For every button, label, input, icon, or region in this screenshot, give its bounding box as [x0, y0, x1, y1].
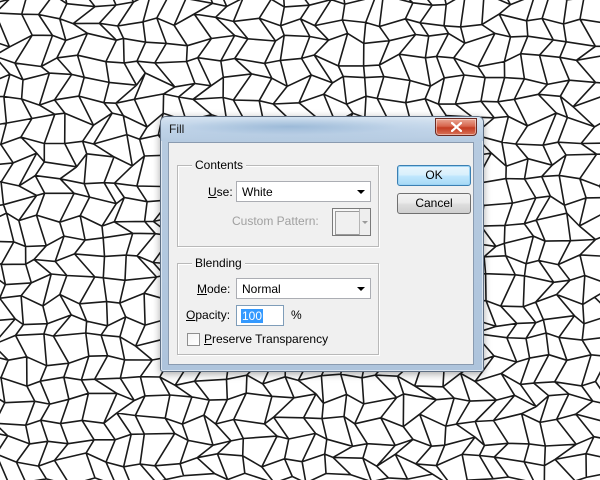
use-label: Use:: [208, 185, 233, 199]
dialog-client-area: Contents Use: White Custom Pattern: Blen…: [168, 142, 474, 365]
window-title: Fill: [169, 122, 185, 136]
use-dropdown[interactable]: White: [236, 181, 371, 202]
title-bar[interactable]: Fill: [161, 117, 483, 141]
opacity-label-rest: pacity:: [195, 308, 231, 322]
use-label-mnemonic: U: [208, 185, 217, 199]
preserve-transparency-label[interactable]: Preserve Transparency: [204, 332, 328, 346]
mode-label: Mode:: [197, 282, 230, 296]
preserve-label-mnemonic: P: [204, 332, 213, 346]
close-icon: [451, 122, 462, 132]
contents-group-label: Contents: [192, 158, 247, 172]
mode-dropdown[interactable]: Normal: [236, 278, 371, 299]
opacity-label-mnemonic: O: [186, 308, 196, 322]
blending-group-label: Blending: [192, 256, 245, 270]
chevron-down-icon: [357, 190, 365, 194]
ok-button[interactable]: OK: [397, 165, 471, 186]
chevron-down-icon: [357, 287, 365, 291]
use-dropdown-value: White: [242, 185, 273, 199]
opacity-label: Opacity:: [186, 308, 230, 322]
mode-label-mnemonic: M: [197, 282, 207, 296]
preserve-label-rest: reserve Transparency: [212, 332, 329, 346]
mode-label-rest: ode:: [207, 282, 231, 296]
cancel-button[interactable]: Cancel: [397, 193, 471, 214]
custom-pattern-picker[interactable]: [332, 208, 371, 236]
opacity-input[interactable]: 100: [236, 305, 284, 326]
contents-group: Contents Use: White Custom Pattern:: [177, 158, 379, 247]
use-label-rest: se:: [216, 185, 233, 199]
pattern-preview: [335, 211, 361, 235]
custom-pattern-label: Custom Pattern:: [232, 214, 319, 228]
preserve-transparency-checkbox[interactable]: [187, 333, 200, 346]
fill-dialog: Fill Contents Use: White Custom Pattern:…: [160, 116, 484, 372]
chevron-down-icon: [359, 209, 370, 235]
blending-group: Blending Mode: Normal Opacity: 100 % Pre…: [177, 256, 379, 355]
close-button[interactable]: [435, 118, 477, 136]
mode-dropdown-value: Normal: [242, 282, 281, 296]
opacity-unit: %: [291, 308, 302, 322]
opacity-input-value: 100: [241, 309, 264, 323]
